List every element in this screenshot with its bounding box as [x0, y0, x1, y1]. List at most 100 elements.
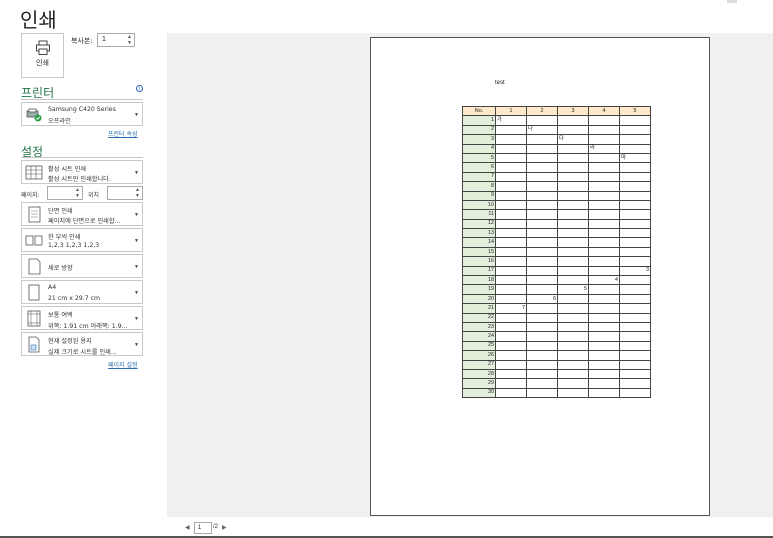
info-icon[interactable]: i — [136, 85, 143, 92]
printer-divider — [21, 99, 143, 100]
chevron-down-icon: ▼ — [134, 212, 139, 218]
sheet-cell — [619, 331, 651, 342]
table-row: 15 — [462, 246, 651, 258]
row-number-cell: 12 — [462, 218, 496, 230]
sheet-cell — [526, 378, 558, 389]
sheet-cell — [526, 143, 558, 154]
sheet-cell — [495, 171, 527, 183]
sheet-cell — [495, 134, 527, 145]
sheet-cell — [619, 228, 651, 239]
sheet-cell — [526, 265, 558, 277]
settings-item-line1: 보통 여백 — [48, 312, 73, 319]
sheet-cell — [557, 256, 589, 267]
sheet-cell — [495, 152, 527, 164]
sheet-cell — [619, 218, 651, 230]
row-number-cell: 14 — [462, 237, 496, 248]
sheet-cell — [526, 359, 558, 370]
sheet-column-header: 4 — [588, 105, 620, 117]
copies-down-icon[interactable]: ▼ — [126, 40, 133, 46]
sheet-cell — [619, 284, 651, 295]
sheet-cell — [526, 256, 558, 267]
pages-to-input[interactable]: ▲ ▼ — [107, 186, 143, 200]
sheet-cell — [495, 190, 527, 201]
pages-to-down-icon[interactable]: ▼ — [134, 193, 141, 199]
sheet-cell — [619, 124, 651, 136]
sheet-cell — [557, 152, 589, 164]
sheet-cell — [526, 162, 558, 173]
sheet-cell — [495, 275, 527, 286]
table-row: 7 — [462, 171, 651, 183]
sheet-cell — [495, 265, 527, 277]
print-button[interactable]: 인쇄 — [21, 33, 64, 78]
next-page-icon[interactable]: ▶ — [222, 524, 227, 531]
page-setup-link[interactable]: 페이지 설정 — [108, 360, 138, 369]
row-number-cell: 18 — [462, 275, 496, 286]
sheet-cell — [495, 312, 527, 324]
sheet-cell — [526, 312, 558, 324]
pages-range-row: 페이지: ▲ ▼ 위치 ▲ ▼ — [21, 185, 143, 201]
pages-from-down-icon[interactable]: ▼ — [74, 193, 81, 199]
row-number-cell: 9 — [462, 190, 496, 201]
sheet-cell — [619, 378, 651, 389]
row-number-cell: 17 — [462, 265, 496, 277]
sheet-cell — [588, 359, 620, 370]
printer-status: 오프라인 — [48, 118, 71, 125]
copies-input[interactable]: 1 ▲ ▼ — [97, 33, 135, 47]
sheet-cell — [588, 181, 620, 192]
sheet-cell: 나 — [526, 124, 558, 136]
printer-properties-link[interactable]: 프린터 속성 — [108, 129, 138, 138]
settings-sides-dropdown[interactable]: 단면 인쇄 페이지에 단면으로 인쇄합... ▼ — [21, 202, 143, 226]
copies-value: 1 — [102, 36, 106, 43]
settings-collate-dropdown[interactable]: 한 부씩 인쇄 1,2,3 1,2,3 1,2,3 ▼ — [21, 228, 143, 252]
sheet-column-header: 5 — [619, 105, 651, 117]
settings-item-line2: 페이지에 단면으로 인쇄합... — [48, 218, 121, 225]
settings-print-what-dropdown[interactable]: 활성 시트 인쇄 활성 시트만 인쇄합니다. ▼ — [21, 160, 143, 184]
sheet-cell: 6 — [526, 293, 558, 305]
table-row: 12 — [462, 218, 651, 230]
sheet-cell — [526, 190, 558, 201]
row-number-cell: 1 — [462, 115, 496, 126]
sheet-cell — [526, 209, 558, 220]
previous-page-icon[interactable]: ◀ — [185, 524, 190, 531]
sheet-cell — [495, 387, 527, 399]
sheet-cell — [619, 303, 651, 314]
sheet-cell — [526, 368, 558, 380]
settings-item-line1: 한 부씩 인쇄 — [48, 234, 81, 241]
table-row: 27 — [462, 359, 651, 370]
sheet-cell — [495, 284, 527, 295]
settings-scaling-dropdown[interactable]: 현재 설정된 용지 실제 크기로 시트를 인쇄... ▼ — [21, 332, 143, 356]
pages-to-label: 위치 — [88, 192, 100, 199]
sheet-cell — [526, 340, 558, 352]
table-row: 6 — [462, 162, 651, 173]
sheet-cell — [557, 387, 589, 399]
sheet-cell — [495, 331, 527, 342]
table-row: 26 — [462, 350, 651, 361]
sheet-cell — [557, 246, 589, 258]
chevron-down-icon: ▼ — [134, 112, 139, 118]
sheet-cell — [526, 134, 558, 145]
settings-margins-dropdown[interactable]: 보통 여백 위쪽: 1.91 cm 아래쪽: 1.9... ▼ — [21, 306, 143, 330]
sheet-cell — [495, 359, 527, 370]
chevron-down-icon: ▼ — [134, 290, 139, 296]
current-page-input[interactable]: 1 — [194, 522, 212, 534]
sheet-cell — [495, 293, 527, 305]
settings-item-line1: 단면 인쇄 — [48, 208, 73, 215]
sheet-cell — [588, 134, 620, 145]
sheet-cell — [557, 378, 589, 389]
table-row: 18 4 — [462, 275, 651, 286]
sheet-cell — [557, 171, 589, 183]
table-row: 25 — [462, 340, 651, 352]
pages-from-input[interactable]: ▲ ▼ — [47, 186, 83, 200]
sheet-cell — [557, 265, 589, 277]
printer-dropdown[interactable]: Samsung C420 Series 오프라인 ▼ — [21, 102, 143, 126]
table-row: 23 — [462, 321, 651, 333]
settings-orientation-dropdown[interactable]: 세로 방향 ▼ — [21, 254, 143, 278]
sheet-cell — [619, 171, 651, 183]
row-number-cell: 24 — [462, 331, 496, 342]
settings-paper-size-dropdown[interactable]: A4 21 cm x 29.7 cm ▼ — [21, 280, 143, 304]
sheet-cell — [619, 350, 651, 361]
settings-item-line1: A4 — [48, 284, 57, 291]
sheet-cell — [557, 228, 589, 239]
settings-item-line1: 활성 시트 인쇄 — [48, 166, 87, 173]
sheet-cell — [557, 190, 589, 201]
